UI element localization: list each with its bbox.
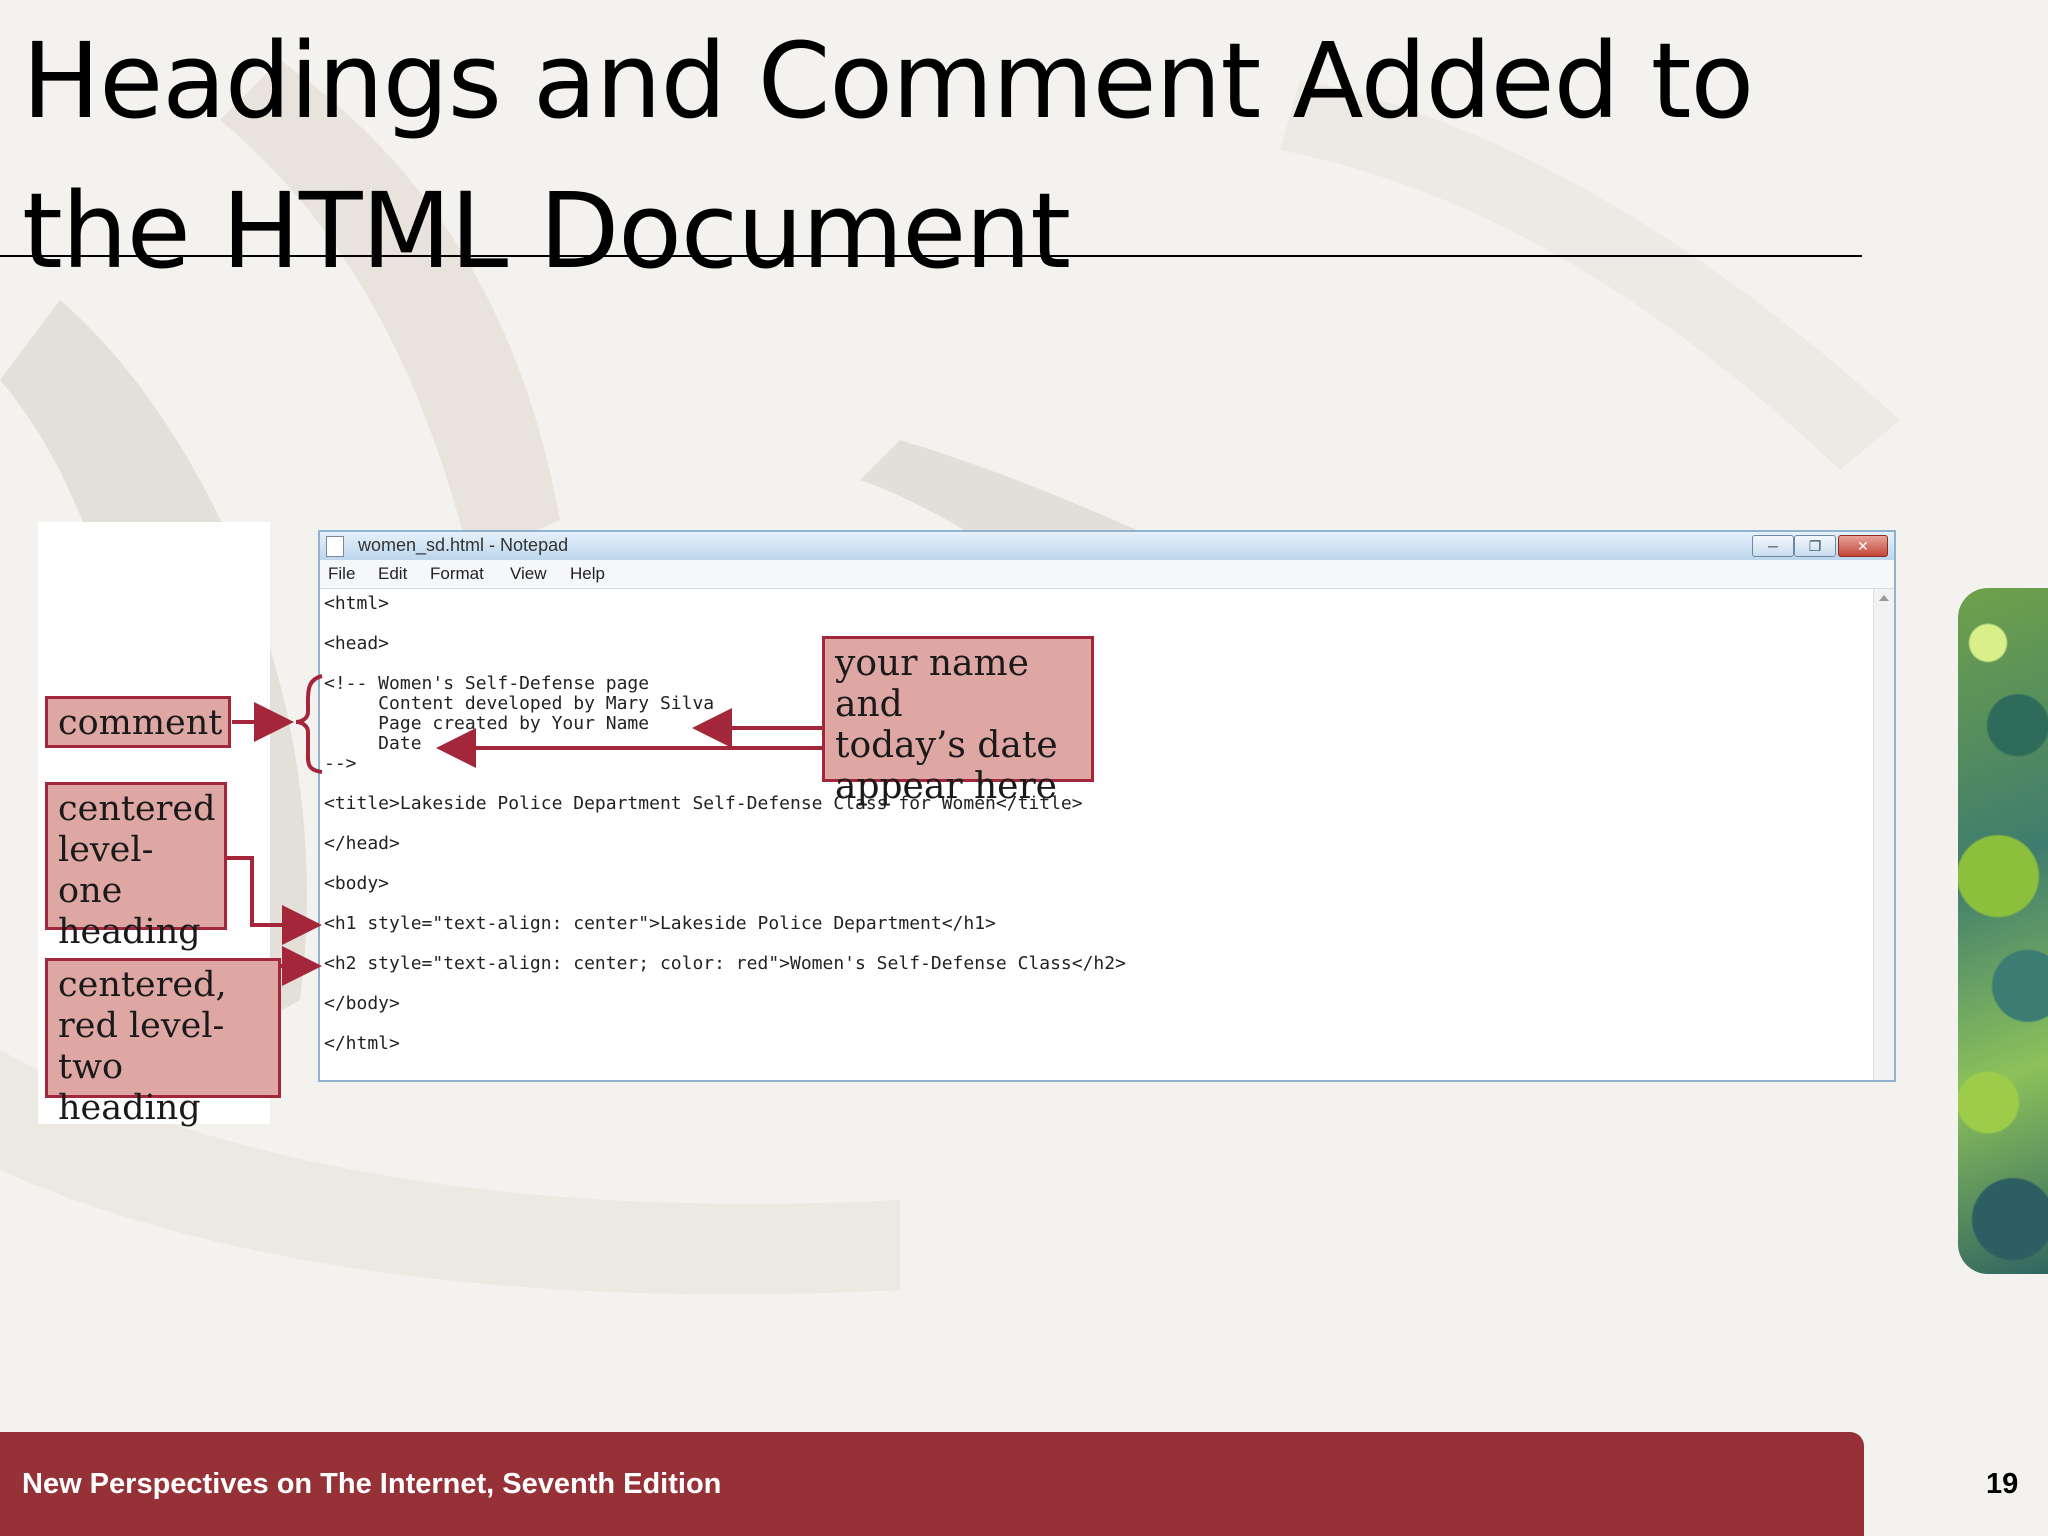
menu-view[interactable]: View — [510, 564, 547, 584]
decorative-cactus-image — [1958, 588, 2048, 1274]
window-titlebar[interactable]: women_sd.html - Notepad ─ ❐ ✕ — [320, 532, 1894, 560]
code-line: <html> — [324, 593, 390, 614]
menu-format[interactable]: Format — [430, 564, 484, 584]
menu-file[interactable]: File — [328, 564, 355, 584]
callout-name-date: your name and today’s date appear here — [822, 636, 1094, 807]
code-line: </head> — [324, 833, 400, 854]
code-line: <h1 style="text-align: center">Lakeside … — [324, 913, 996, 934]
code-line: Date — [324, 733, 422, 754]
notepad-icon — [326, 536, 344, 557]
vertical-scrollbar[interactable] — [1873, 589, 1894, 1080]
callout-line: today’s date — [835, 725, 1058, 766]
code-line: <body> — [324, 873, 390, 894]
code-line: <!-- Women's Self-Defense page — [324, 673, 650, 694]
footer-text: New Perspectives on The Internet, Sevent… — [22, 1468, 722, 1500]
callout-line: red level- — [58, 1006, 225, 1046]
maximize-button[interactable]: ❐ — [1794, 535, 1836, 557]
title-line-1: Headings and Comment Added to — [22, 20, 1754, 142]
code-line: </html> — [324, 1033, 400, 1054]
title-line-2: the HTML Document — [22, 170, 1071, 292]
menu-edit[interactable]: Edit — [378, 564, 407, 584]
page-number: 19 — [1986, 1468, 2019, 1500]
callout-line: centered, — [58, 965, 227, 1005]
callout-line: centered — [58, 789, 216, 829]
menu-help[interactable]: Help — [570, 564, 605, 584]
callout-level-one-heading: centered level-one heading — [45, 782, 227, 952]
window-title: women_sd.html - Notepad — [358, 535, 569, 555]
callout-line: two heading — [58, 1047, 201, 1128]
code-line: </body> — [324, 993, 400, 1014]
callout-level-two-heading: centered, red level- two heading — [45, 958, 281, 1128]
minimize-button[interactable]: ─ — [1752, 535, 1794, 557]
close-button[interactable]: ✕ — [1838, 535, 1888, 557]
callout-line: your name and — [835, 643, 1029, 725]
callout-line: level-one — [58, 830, 154, 911]
code-line: Content developed by Mary Silva — [324, 693, 715, 714]
callout-line: appear here — [835, 766, 1057, 807]
callout-comment: comment — [45, 696, 231, 748]
code-line: Page created by Your Name — [324, 713, 650, 734]
callout-line: heading — [58, 912, 201, 952]
scroll-up-arrow-icon[interactable] — [1879, 595, 1889, 601]
code-line: --> — [324, 753, 357, 774]
callout-comment-text: comment — [58, 703, 223, 743]
code-line: <h2 style="text-align: center; color: re… — [324, 953, 1126, 974]
title-divider — [0, 255, 1862, 257]
menu-bar: File Edit Format View Help — [320, 560, 1894, 589]
page-title: Headings and Comment Added to the HTML D… — [22, 6, 1822, 306]
code-line: <head> — [324, 633, 390, 654]
notepad-window: women_sd.html - Notepad ─ ❐ ✕ File Edit … — [318, 530, 1896, 1082]
